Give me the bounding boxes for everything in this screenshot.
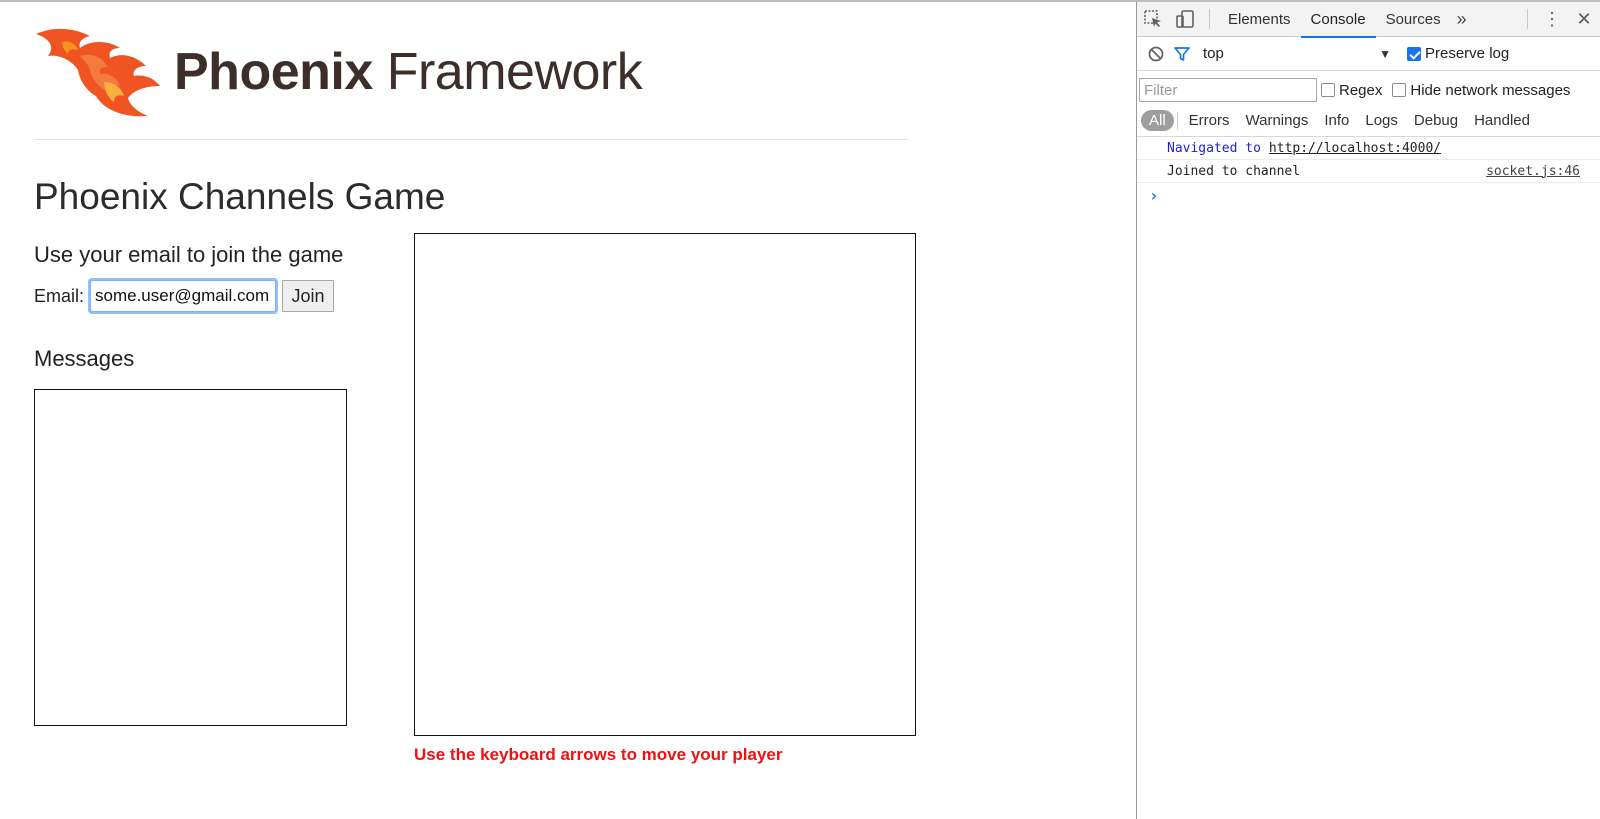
navigated-text: Navigated to [1167,140,1261,156]
filter-icon[interactable] [1169,36,1195,71]
more-tabs-icon[interactable]: » [1451,9,1473,30]
prompt-chevron-icon: › [1149,185,1159,205]
brand-name-light: Framework [386,43,643,101]
page-title: Phoenix Channels Game [34,176,446,217]
kebab-menu-icon[interactable]: ⋮ [1536,2,1568,37]
join-heading: Use your email to join the game [34,242,344,267]
tab-console[interactable]: Console [1300,2,1376,38]
messages-box[interactable] [34,389,347,726]
tab-elements[interactable]: Elements [1218,2,1301,37]
context-value: top [1203,45,1224,62]
level-info[interactable]: Info [1316,110,1357,131]
clear-console-icon[interactable] [1143,36,1169,71]
level-separator [1176,111,1178,130]
regex-checkbox[interactable] [1321,83,1335,97]
dropdown-caret-icon: ▼ [1379,46,1391,61]
phoenix-logo[interactable]: Phoenix Framework [34,26,643,118]
toolbar-separator [1527,9,1528,29]
brand-name-bold: Phoenix [174,43,373,101]
email-label: Email: [34,285,85,306]
level-warnings[interactable]: Warnings [1238,110,1317,131]
console-messages: Navigated to http://localhost:4000/ Join… [1137,137,1600,207]
source-link[interactable]: socket.js:46 [1486,164,1580,179]
console-prompt[interactable]: › [1137,183,1600,207]
close-icon[interactable]: ✕ [1568,2,1600,37]
toolbar-separator [1209,9,1210,29]
level-handled[interactable]: Handled [1466,110,1538,131]
devtools-panel: Elements Console Sources » ⋮ ✕ top ▼ Pre… [1136,2,1600,819]
web-page: Phoenix Framework Phoenix Channels Game … [0,2,1136,819]
level-debug[interactable]: Debug [1406,110,1466,131]
hide-network-label: Hide network messages [1410,81,1571,99]
devtools-tabbar: Elements Console Sources » ⋮ ✕ [1137,2,1600,38]
inspect-element-icon[interactable] [1137,2,1169,37]
brand-wordmark: Phoenix Framework [174,43,643,101]
regex-toggle[interactable]: Regex [1321,82,1382,99]
messages-heading: Messages [34,346,135,371]
level-all[interactable]: All [1141,110,1174,131]
console-filterbar: Regex Hide network messages [1137,75,1600,105]
phoenix-logo-icon [36,28,160,117]
join-button[interactable]: Join [282,280,335,312]
preserve-log-label: Preserve log [1425,45,1510,62]
hide-network-toggle[interactable]: Hide network messages [1392,82,1570,99]
hide-network-checkbox[interactable] [1392,83,1407,97]
join-form: Email: Join [34,280,335,312]
console-message: Joined to channel socket.js:46 [1137,160,1600,183]
log-text: Joined to channel [1167,163,1301,179]
level-logs[interactable]: Logs [1357,110,1406,131]
preserve-log-checkbox[interactable] [1407,46,1421,61]
keyboard-hint: Use the keyboard arrows to move your pla… [414,745,783,764]
log-level-filters: All Errors Warnings Info Logs Debug Hand… [1137,105,1600,137]
header-divider [34,139,908,140]
preserve-log-toggle[interactable]: Preserve log [1407,45,1509,62]
console-filter-input[interactable] [1139,78,1317,102]
console-message: Navigated to http://localhost:4000/ [1137,137,1600,160]
navigated-url-link[interactable]: http://localhost:4000/ [1269,141,1441,156]
device-toolbar-icon[interactable] [1169,2,1201,37]
game-board[interactable] [414,233,916,736]
context-select[interactable]: top ▼ [1203,45,1391,62]
console-toolbar: top ▼ Preserve log [1137,37,1600,71]
email-field[interactable] [90,280,277,312]
regex-label: Regex [1339,81,1383,99]
level-errors[interactable]: Errors [1181,110,1238,131]
tab-sources[interactable]: Sources [1376,2,1451,37]
